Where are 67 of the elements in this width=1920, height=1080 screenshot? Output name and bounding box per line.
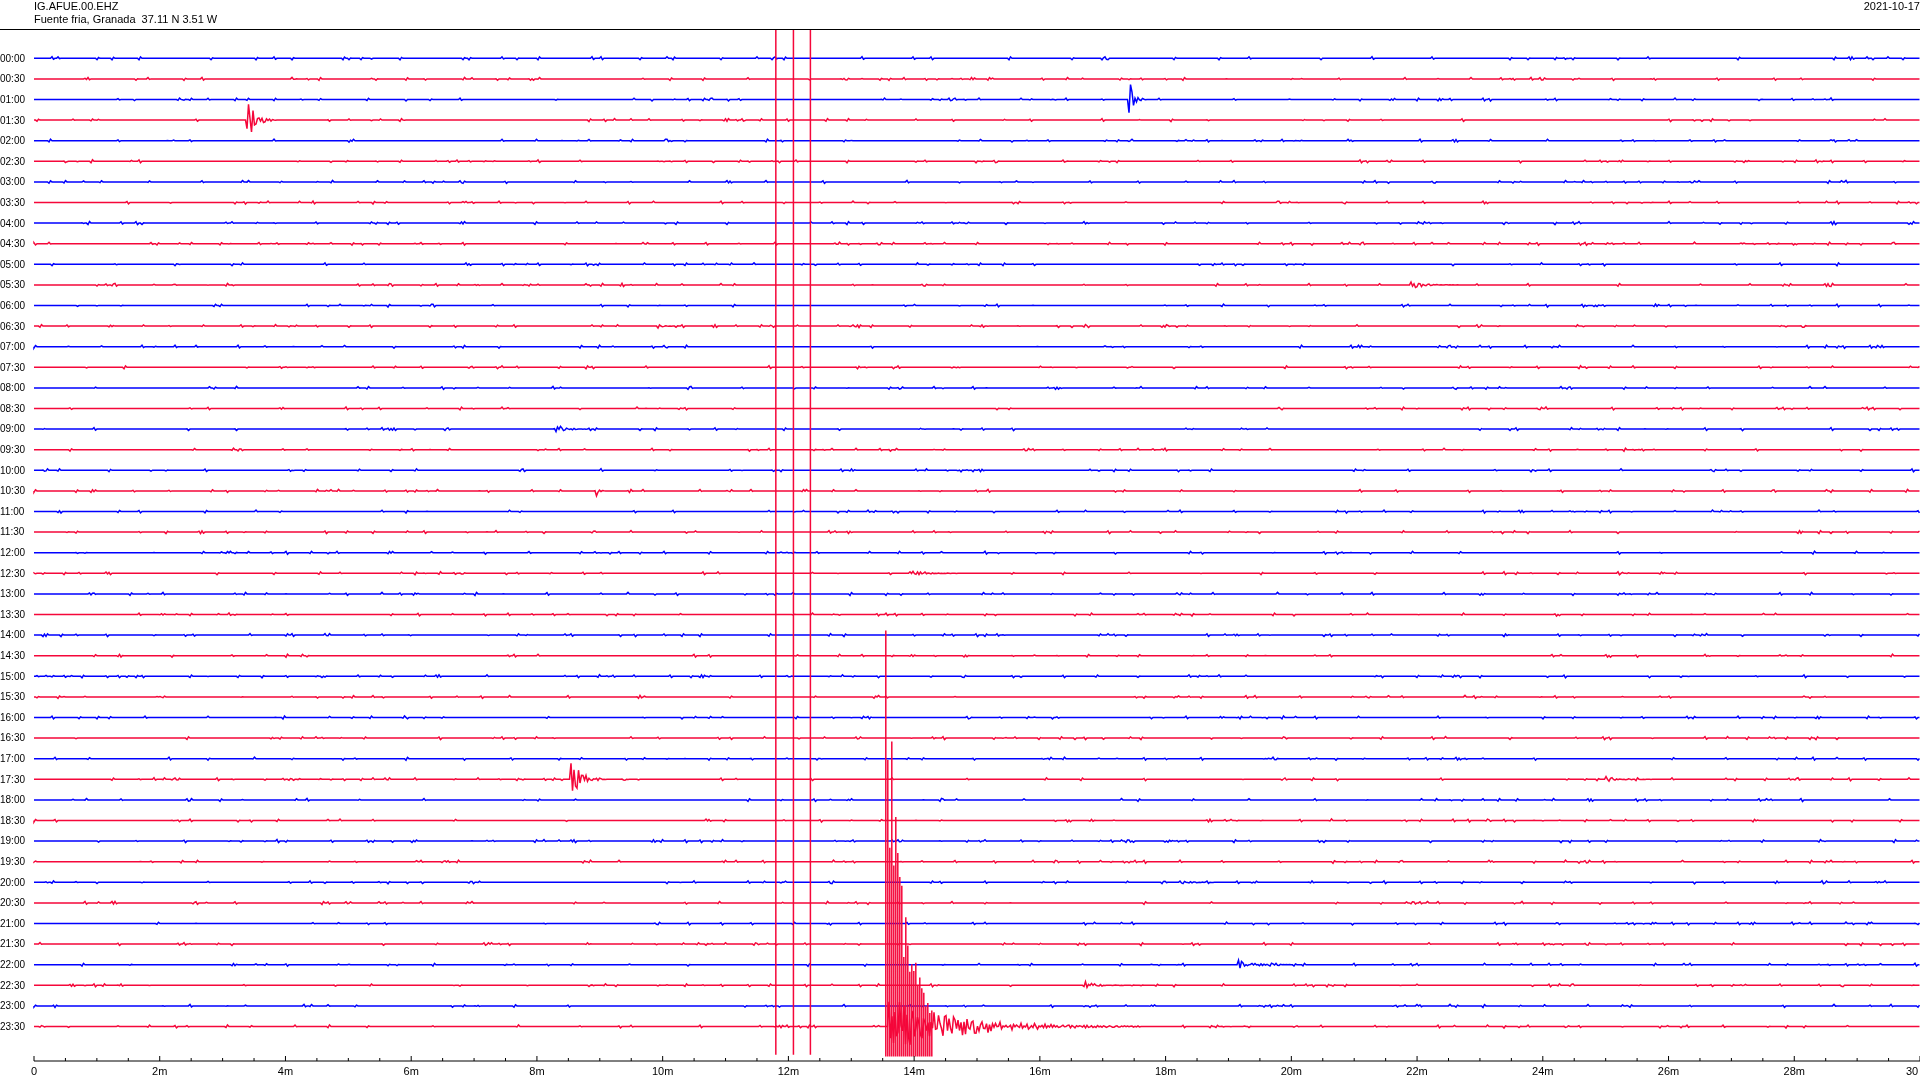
time-label: 15:00 xyxy=(0,670,26,682)
time-label: 19:00 xyxy=(0,835,26,847)
time-label: 22:00 xyxy=(0,958,26,970)
time-label: 06:00 xyxy=(0,299,26,311)
time-label: 14:30 xyxy=(0,650,26,661)
time-label: 02:30 xyxy=(0,155,26,167)
axis-tick-label: 20m xyxy=(1280,1064,1303,1077)
time-label: 07:30 xyxy=(0,361,26,373)
axis-tick-label: 22m xyxy=(1406,1064,1428,1077)
time-label: 23:30 xyxy=(0,1020,26,1032)
time-label: 14:00 xyxy=(0,629,26,641)
time-label: 04:30 xyxy=(0,238,26,250)
time-label: 23:00 xyxy=(0,1000,26,1012)
axis-tick-label: 26m xyxy=(1657,1064,1680,1077)
time-label: 10:30 xyxy=(0,485,26,497)
time-label: 01:30 xyxy=(0,114,26,126)
time-label: 22:30 xyxy=(0,979,26,991)
time-label: 17:00 xyxy=(0,753,26,764)
time-label: 07:00 xyxy=(0,341,26,353)
axis-tick-label: 12m xyxy=(777,1064,800,1077)
time-label: 18:00 xyxy=(0,794,26,806)
time-label: 05:00 xyxy=(0,258,26,270)
axis-tick-label: 4m xyxy=(277,1064,294,1077)
time-label: 03:00 xyxy=(0,176,26,188)
time-label: 00:30 xyxy=(0,73,26,85)
time-label: 00:00 xyxy=(0,52,26,64)
axis-tick-label: 2m xyxy=(152,1064,168,1077)
time-label: 21:00 xyxy=(0,917,26,929)
axis-tick-label: 8m xyxy=(529,1064,545,1077)
time-label: 03:30 xyxy=(0,196,26,208)
time-label: 20:00 xyxy=(0,876,26,888)
time-label: 08:00 xyxy=(0,382,26,394)
time-label: 10:00 xyxy=(0,464,26,476)
axis-tick-label: 30 xyxy=(1905,1064,1919,1077)
time-label: 13:30 xyxy=(0,608,26,620)
time-label: 08:30 xyxy=(0,402,26,414)
axis-tick-label: 18m xyxy=(1154,1064,1177,1077)
axis-tick-label: 10m xyxy=(651,1064,674,1077)
time-label: 12:00 xyxy=(0,547,26,559)
axis-tick-label: 16m xyxy=(1029,1064,1051,1077)
time-label: 01:00 xyxy=(0,94,26,105)
time-label: 09:30 xyxy=(0,444,26,456)
time-label: 17:30 xyxy=(0,773,26,785)
time-label: 21:30 xyxy=(0,938,26,950)
time-label: 06:30 xyxy=(0,320,26,332)
time-label: 20:30 xyxy=(0,897,26,909)
time-label: 15:30 xyxy=(0,691,26,703)
axis-tick-label: 14m xyxy=(903,1064,925,1077)
time-label: 09:00 xyxy=(0,423,26,435)
time-label: 02:00 xyxy=(0,135,26,147)
time-label: 16:00 xyxy=(0,711,26,723)
time-label: 16:30 xyxy=(0,732,26,744)
axis-tick-label: 6m xyxy=(403,1064,419,1077)
time-label: 12:30 xyxy=(0,567,26,579)
time-label: 19:30 xyxy=(0,855,26,867)
station-location: Fuente fria, Granada 37.11 N 3.51 W xyxy=(34,13,218,26)
time-label: 05:30 xyxy=(0,279,26,291)
time-label: 18:30 xyxy=(0,814,26,826)
time-label: 11:30 xyxy=(0,526,25,538)
station-code: IG.AFUE.00.EHZ xyxy=(34,0,120,13)
time-label: 04:00 xyxy=(0,217,26,229)
time-label: 11:00 xyxy=(0,505,25,517)
axis-tick-label: 28m xyxy=(1783,1064,1805,1077)
time-label: 13:00 xyxy=(0,588,26,600)
axis-tick-label: 24m xyxy=(1532,1064,1554,1077)
axis-tick-label: 0 xyxy=(30,1064,38,1077)
record-date: 2021-10-17 xyxy=(1863,0,1920,13)
